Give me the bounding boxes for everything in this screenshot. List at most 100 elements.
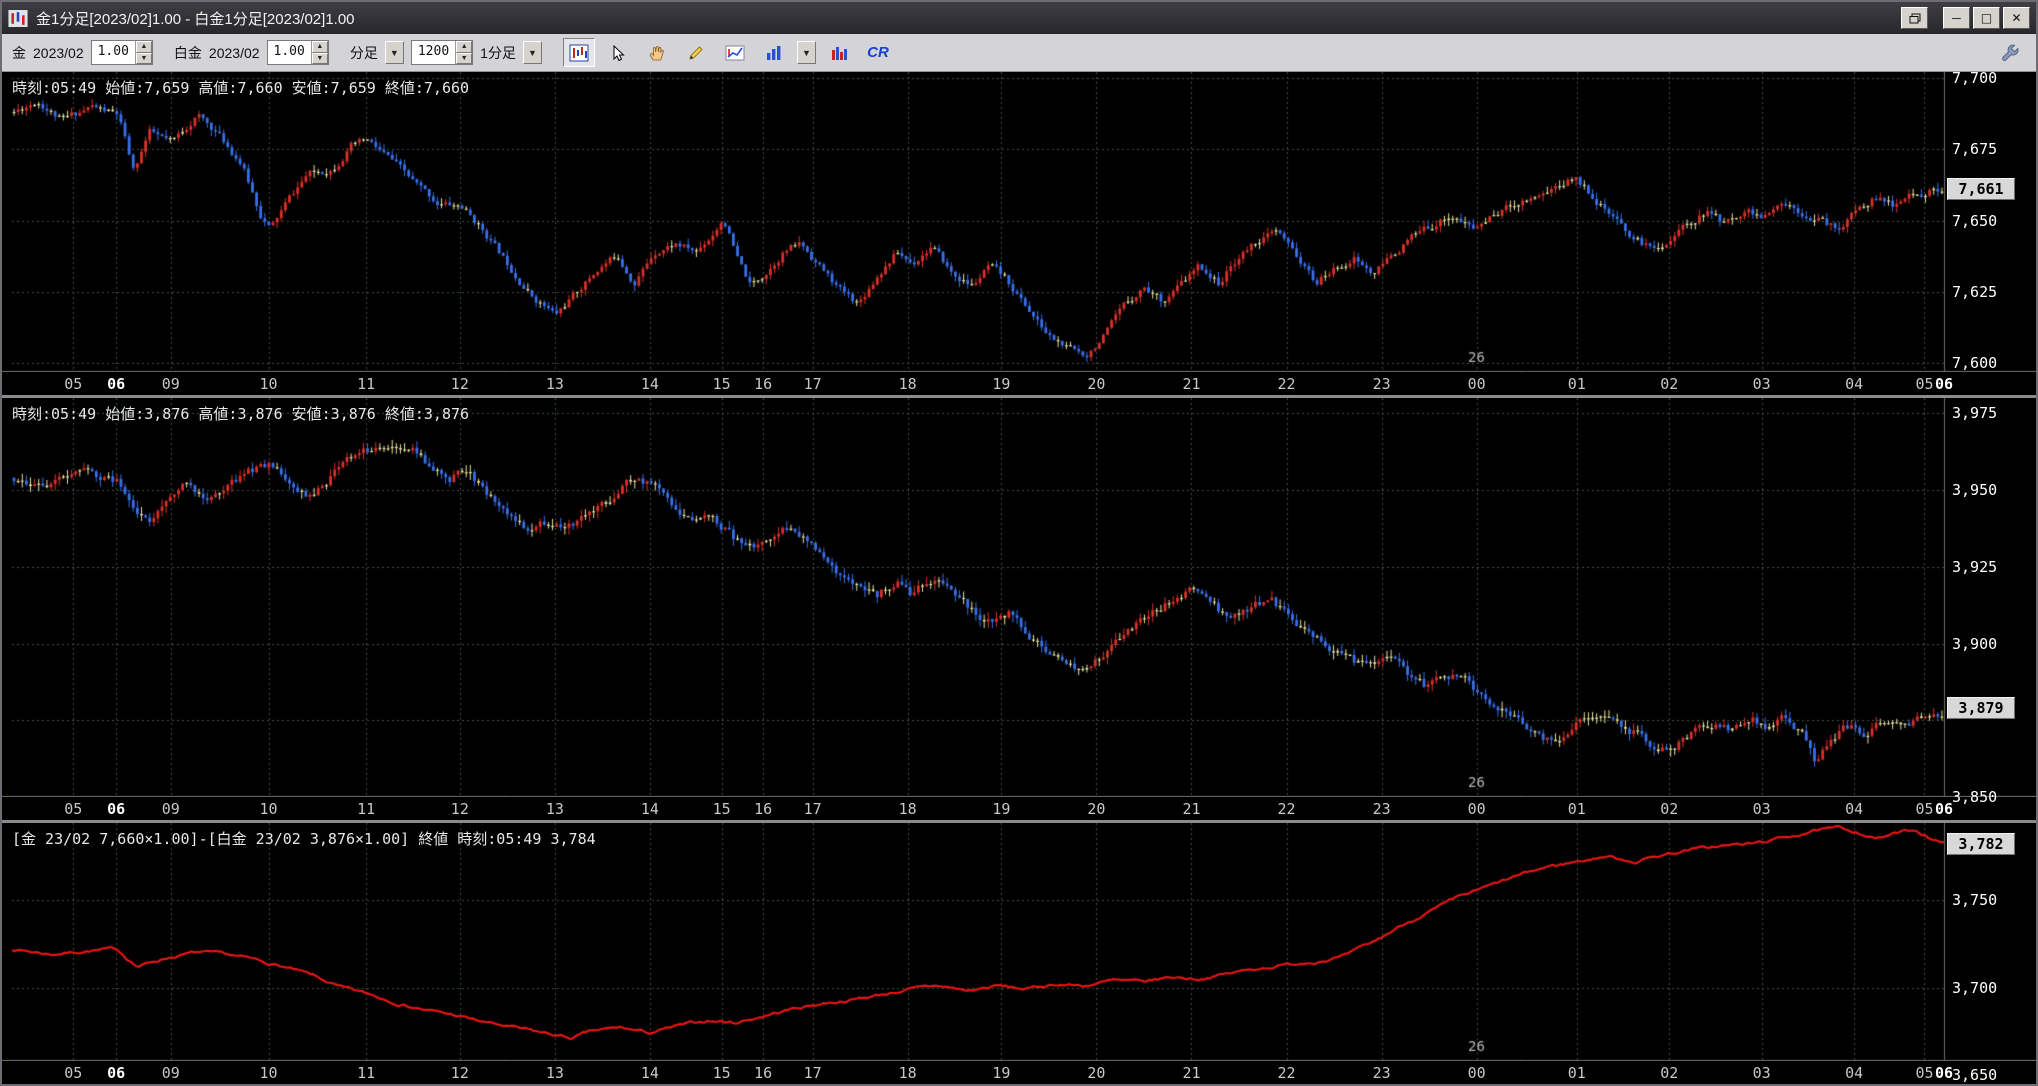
- time-axis-label: 01: [1567, 800, 1586, 818]
- toolbar: 金 2023/02 1.00 ▲ ▼ 白金 2023/02 1.00 ▲ ▼ 分…: [2, 34, 2036, 72]
- minimize-button[interactable]: －: [1943, 7, 1970, 29]
- time-axis-label: 23: [1372, 1064, 1391, 1082]
- time-axis-label: 05: [64, 375, 83, 393]
- bar-count-down-button[interactable]: ▼: [456, 52, 473, 64]
- time-axis-label: 03: [1752, 800, 1771, 818]
- time-axis-label: 02: [1660, 800, 1679, 818]
- time-axis-label: 06: [107, 800, 126, 818]
- time-axis-label: 06: [1934, 375, 1954, 393]
- pan-tool-button[interactable]: [641, 38, 673, 67]
- spread-last-price-badge: 3,782: [1947, 833, 2015, 855]
- time-axis-label: 20: [1087, 800, 1106, 818]
- window-title: 金1分足[2023/02]1.00 - 白金1分足[2023/02]1.00: [36, 10, 355, 28]
- bar-count-spinner[interactable]: 1200 ▲ ▼: [410, 40, 474, 65]
- time-axis-label: 04: [1845, 1064, 1864, 1082]
- gold-multiplier-value[interactable]: 1.00: [92, 41, 135, 64]
- time-axis-label: 00: [1467, 800, 1486, 818]
- restore-child-window-button[interactable]: [1901, 7, 1928, 29]
- gold-contract-month[interactable]: 2023/02: [33, 45, 84, 61]
- platinum-multiplier-spinner[interactable]: 1.00 ▲ ▼: [266, 40, 329, 65]
- timeframe-label: 1分足: [480, 44, 516, 61]
- time-axis-label: 13: [545, 800, 564, 818]
- gold-multiplier-up-button[interactable]: ▲: [135, 41, 152, 53]
- gold-chart-panel: 時刻:05:49 始値:7,659 高値:7,660 安値:7,659 終値:7…: [2, 72, 2036, 395]
- time-axis-label: 13: [545, 375, 564, 393]
- time-axis-label: 21: [1182, 1064, 1201, 1082]
- timeframe-dropdown-button[interactable]: ▼: [522, 41, 542, 64]
- app-window: 金1分足[2023/02]1.00 - 白金1分足[2023/02]1.00 －…: [0, 0, 2038, 1086]
- gold-multiplier-down-button[interactable]: ▼: [135, 52, 152, 64]
- price-axis-label: 7,700: [1952, 72, 1998, 87]
- platinum-multiplier-value[interactable]: 1.00: [268, 41, 311, 64]
- time-axis-label: 12: [450, 800, 469, 818]
- time-axis-label: 17: [803, 375, 822, 393]
- platinum-chart-canvas[interactable]: [2, 398, 2036, 797]
- time-axis-label: 17: [803, 800, 822, 818]
- settings-tool-button[interactable]: [1994, 38, 2026, 67]
- close-button[interactable]: ✕: [2003, 7, 2030, 29]
- platinum-multiplier-down-button[interactable]: ▼: [311, 52, 328, 64]
- platinum-symbol-label: 白金: [173, 44, 202, 61]
- time-axis-label: 00: [1467, 375, 1486, 393]
- time-axis-label: 06: [1934, 800, 1954, 818]
- bar-count-value[interactable]: 1200: [412, 41, 455, 64]
- select-tool-button[interactable]: [602, 38, 634, 67]
- time-axis-label: 14: [640, 800, 659, 818]
- gold-chart-canvas[interactable]: [2, 72, 2036, 372]
- time-axis-label: 20: [1087, 1064, 1106, 1082]
- price-axis-label: 3,925: [1952, 557, 1998, 576]
- histogram-icon: [831, 46, 847, 60]
- platinum-multiplier-spin-buttons: ▲ ▼: [310, 41, 328, 64]
- bar-type-label: 分足: [349, 44, 378, 61]
- time-axis-label: 18: [898, 375, 917, 393]
- restore-icon: [1909, 13, 1920, 23]
- app-candlestick-icon: [8, 9, 28, 27]
- time-axis-label: 05: [1915, 375, 1934, 393]
- candlestick-chart-tool-button[interactable]: [562, 38, 595, 67]
- cr-tool-button[interactable]: CR: [862, 38, 894, 67]
- candlestick-chart-icon: [569, 44, 589, 61]
- price-axis-label: 3,900: [1952, 634, 1998, 653]
- trendline-chart-tool-button[interactable]: [719, 38, 751, 67]
- time-axis-label: 05: [64, 800, 83, 818]
- time-axis-label: 04: [1845, 375, 1864, 393]
- price-axis-label: 3,750: [1952, 891, 1998, 909]
- time-axis-label: 15: [712, 375, 731, 393]
- spread-chart-canvas[interactable]: [2, 823, 2036, 1061]
- time-axis-label: 18: [898, 1064, 917, 1082]
- indicator-menu-button[interactable]: [758, 38, 790, 67]
- time-axis-label: 11: [357, 800, 376, 818]
- time-axis-label: 11: [357, 1064, 376, 1082]
- price-axis-label: 3,950: [1952, 481, 1998, 500]
- price-axis-label: 3,650: [1952, 1066, 1998, 1084]
- time-axis-label: 09: [161, 375, 180, 393]
- histogram-tool-button[interactable]: [823, 38, 855, 67]
- cursor-icon: [613, 44, 625, 61]
- spread-chart-panel: [金 23/02 7,660×1.00]-[白金 23/02 3,876×1.0…: [2, 823, 2036, 1084]
- price-axis-label: 3,700: [1952, 978, 1998, 997]
- maximize-button[interactable]: □: [1973, 7, 2000, 29]
- bar-type-dropdown-button[interactable]: ▼: [384, 41, 404, 64]
- time-axis-label: 18: [898, 800, 917, 818]
- time-axis-label: 22: [1277, 800, 1296, 818]
- time-axis-label: 15: [712, 1064, 731, 1082]
- gold-multiplier-spinner[interactable]: 1.00 ▲ ▼: [90, 40, 153, 65]
- time-axis-label: 10: [259, 800, 278, 818]
- time-axis-label: 23: [1372, 800, 1391, 818]
- bar-count-up-button[interactable]: ▲: [456, 41, 473, 53]
- cr-icon: CR: [867, 44, 889, 61]
- indicator-dropdown-button[interactable]: ▼: [796, 41, 816, 64]
- platinum-contract-month[interactable]: 2023/02: [209, 45, 260, 61]
- platinum-time-axis: 05 06 09 10 11 12 13 14 15 16 17 18 19 20 21 22 23 00 01 02…: [2, 797, 2036, 820]
- time-axis-label: 19: [992, 1064, 1011, 1082]
- time-axis-label: 06: [1934, 1064, 1954, 1082]
- gold-quote-info: 時刻:05:49 始値:7,659 高値:7,660 安値:7,659 終値:7…: [12, 79, 470, 97]
- title-bar: 金1分足[2023/02]1.00 - 白金1分足[2023/02]1.00 －…: [2, 2, 2036, 34]
- pencil-icon: [689, 45, 703, 60]
- time-axis-label: 22: [1277, 1064, 1296, 1082]
- spread-time-axis: 05 06 09 10 11 12 13 14 15 16 17 18 19 20 21 22 23 00 01 02…: [2, 1061, 2036, 1084]
- time-axis-label: 03: [1752, 375, 1771, 393]
- draw-tool-button[interactable]: [680, 38, 712, 67]
- platinum-multiplier-up-button[interactable]: ▲: [311, 41, 328, 53]
- time-axis-label: 10: [259, 375, 278, 393]
